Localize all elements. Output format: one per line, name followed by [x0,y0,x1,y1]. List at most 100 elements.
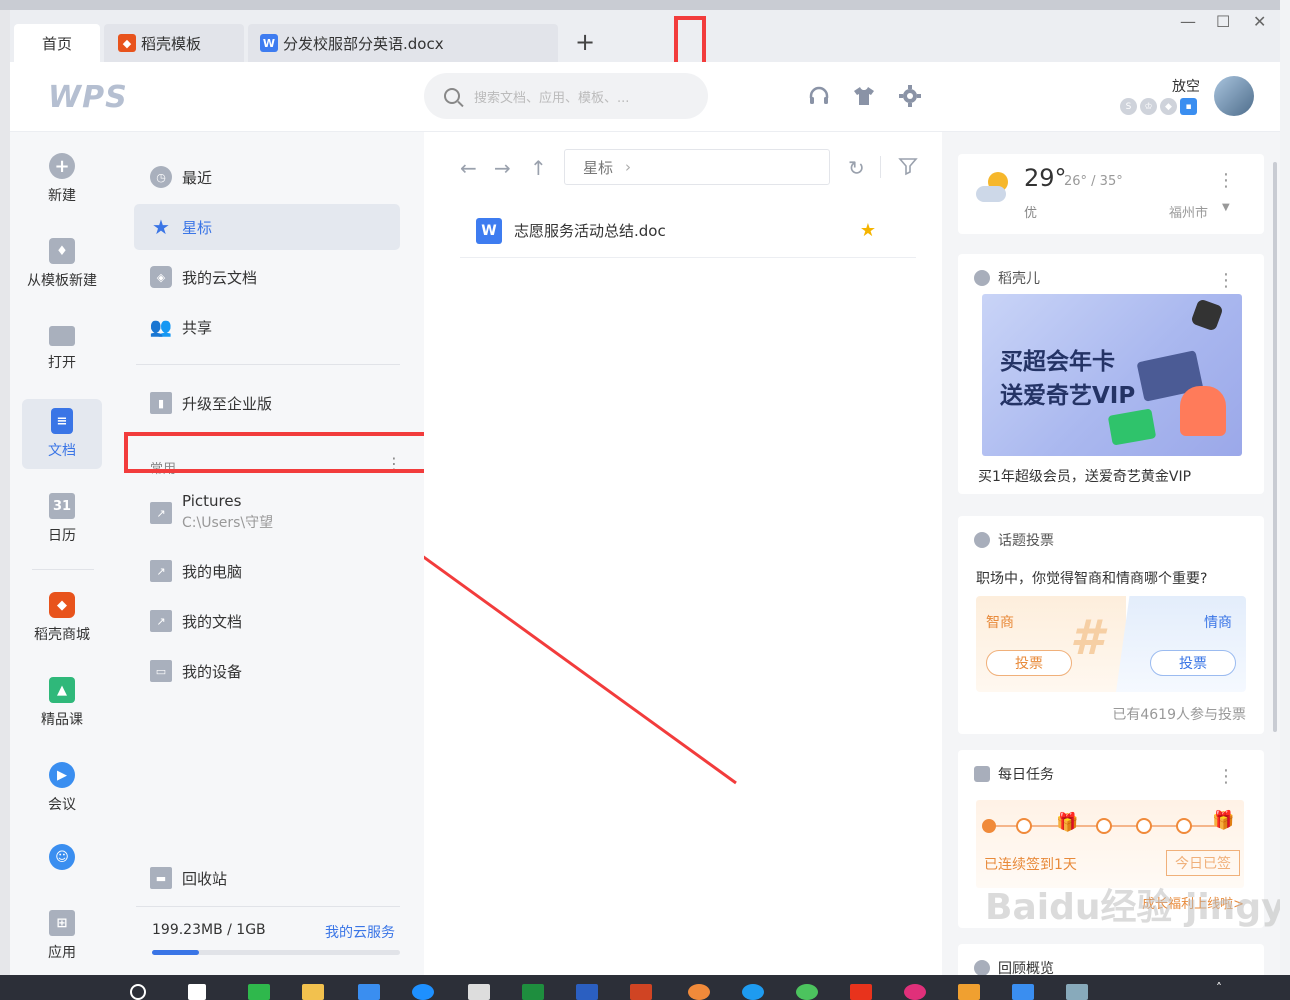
minimize-button[interactable]: — [1180,12,1196,31]
wechat-icon[interactable] [248,984,270,1000]
checkin-progress: 🎁 🎁 已连续签到1天 今日已签 [976,800,1244,888]
promo-banner[interactable]: 买超会年卡 送爱奇艺VIP [982,294,1242,456]
more-icon[interactable]: ⋮ [1217,766,1235,787]
weather-card[interactable]: 29° 26° / 35° 优 福州市 ▼ ⋮ [958,154,1264,234]
storage-progress-fill [152,950,200,955]
office-icon[interactable] [850,984,872,1000]
nav-courses[interactable]: ▲ 精品课 [22,668,102,738]
apps-icon: ⊞ [49,910,75,936]
sidebar-item-starred[interactable]: ★ 星标 [134,204,400,250]
common-item-pictures[interactable]: ↗ Pictures C:\Users\守望 [134,488,400,540]
search-icon[interactable] [130,984,146,1000]
mail-icon[interactable] [358,984,380,1000]
docer-title: 稻壳儿 [998,271,1040,287]
settings-gear-icon[interactable] [898,84,922,108]
checkin-day [1016,818,1032,834]
member-badges[interactable]: S ♔ ◆ ▪ [1120,98,1197,115]
banner-line1: 买超会年卡 [1000,349,1115,375]
checked-in-button[interactable]: 今日已签 [1166,850,1240,876]
chevron-up-icon[interactable]: ˄ [1216,981,1222,995]
close-button[interactable]: ✕ [1253,12,1266,31]
pictures-label: Pictures [182,492,242,510]
headset-icon[interactable] [807,84,831,108]
vote-right-button[interactable]: 投票 [1150,650,1236,676]
tab-home[interactable]: 首页 [14,24,100,62]
search-placeholder: 搜索文档、应用、模板、... [474,90,630,106]
cloud-service-link[interactable]: 我的云服务 [325,922,395,942]
store-icon[interactable] [468,984,490,1000]
vote-count: 已有4619人参与投票 [1112,707,1246,723]
nav-assistant[interactable]: ☺ [22,835,102,885]
nav-docer-store[interactable]: ◆ 稻壳商城 [22,583,102,653]
word-icon[interactable] [576,984,598,1000]
vote-box: 智商 情商 # 投票 投票 [976,596,1246,692]
powerpoint-icon[interactable] [630,984,652,1000]
nav-documents[interactable]: ≡ 文档 [22,399,102,469]
banner-line2: 送爱奇艺VIP [1000,383,1136,409]
scrollbar[interactable] [1273,162,1277,732]
nav-open[interactable]: 打开 [22,314,102,384]
folder-shortcut-icon: ↗ [150,502,172,524]
checkin-day [1096,818,1112,834]
nav-from-template[interactable]: ♦ 从模板新建 [22,229,102,299]
common-item-my-documents[interactable]: ↗ 我的文档 [134,598,400,644]
wps-icon[interactable] [1012,984,1034,1000]
app-icon[interactable] [688,984,710,1000]
nav-new[interactable]: + 新建 [22,144,102,214]
app-icon[interactable] [1066,984,1088,1000]
sidebar-item-label: 共享 [182,318,213,337]
clock-icon: ◷ [150,166,172,188]
app-icon[interactable] [958,984,980,1000]
chevron-down-icon[interactable]: ▼ [1222,202,1230,213]
nav-new-label: 新建 [48,188,76,204]
new-tab-button[interactable]: + [575,28,595,56]
sidebar-item-trash[interactable]: ▬ 回收站 [134,855,400,901]
weather-city[interactable]: 福州市 [1169,202,1208,221]
excel-icon[interactable] [522,984,544,1000]
sidebar-item-label: 我的电脑 [182,562,243,581]
vote-left-button[interactable]: 投票 [986,650,1072,676]
sidebar-item-recent[interactable]: ◷ 最近 [134,154,400,200]
nav-calendar[interactable]: 31 日历 [22,484,102,554]
tab-document[interactable]: W 分发校服部分英语.docx [248,24,558,62]
skin-shirt-icon[interactable] [852,84,876,108]
app-icon[interactable] [742,984,764,1000]
app-icon[interactable] [796,984,818,1000]
app-icon[interactable] [904,984,926,1000]
plus-circle-icon: + [49,153,75,179]
sidebar-item-cloud-docs[interactable]: ◈ 我的云文档 [134,254,400,300]
docer-caption[interactable]: 买1年超级会员，送爱奇艺黄金VIP [978,466,1191,486]
maximize-button[interactable]: ☐ [1216,12,1230,31]
background-window-edge [1280,0,1290,1000]
sidebar-item-label: 我的设备 [182,662,243,681]
browser-icon[interactable] [412,984,434,1000]
common-item-my-devices[interactable]: ▭ 我的设备 [134,648,400,694]
tab-docer-templates[interactable]: ◆ 稻壳模板 [104,24,244,62]
task-card-title: 每日任务 [974,764,1054,784]
username[interactable]: 放空 [1172,76,1200,96]
search-box[interactable]: 搜索文档、应用、模板、... [424,73,708,119]
task-view-icon[interactable] [188,984,206,1000]
sidebar-item-shared[interactable]: 👥 共享 [134,304,400,350]
storage-usage: 199.23MB / 1GB [152,922,266,938]
os-taskbar: ˄ [0,975,1290,1000]
file-explorer-icon[interactable] [302,984,324,1000]
checkin-day [1176,818,1192,834]
common-item-my-computer[interactable]: ↗ 我的电脑 [134,548,400,594]
nav-courses-label: 精品课 [41,712,83,728]
nav-apps[interactable]: ⊞ 应用 [22,901,102,971]
weather-range: 26° / 35° [1064,174,1123,189]
nav-meeting[interactable]: ▶ 会议 [22,753,102,823]
annotation-arrow [424,555,737,785]
docer-card[interactable]: 稻壳儿 ⋮ 买超会年卡 送爱奇艺VIP 买1年超级会员，送爱奇艺黄金VIP [958,254,1264,494]
air-quality: 优 [1024,206,1038,221]
badge-gem-icon: ◆ [1160,98,1177,115]
building-icon: ▮ [150,392,172,414]
upgrade-enterprise[interactable]: ▮ 升级至企业版 [134,380,400,426]
more-icon[interactable]: ⋮ [1217,170,1235,191]
more-icon[interactable]: ⋮ [1217,270,1235,291]
vote-button-label: 投票 [1015,656,1043,672]
gift-icon: 🎁 [1056,812,1079,833]
app-header: WPS 搜索文档、应用、模板、... 放空 S ♔ ◆ ▪ [10,62,1280,132]
avatar[interactable] [1214,76,1254,116]
